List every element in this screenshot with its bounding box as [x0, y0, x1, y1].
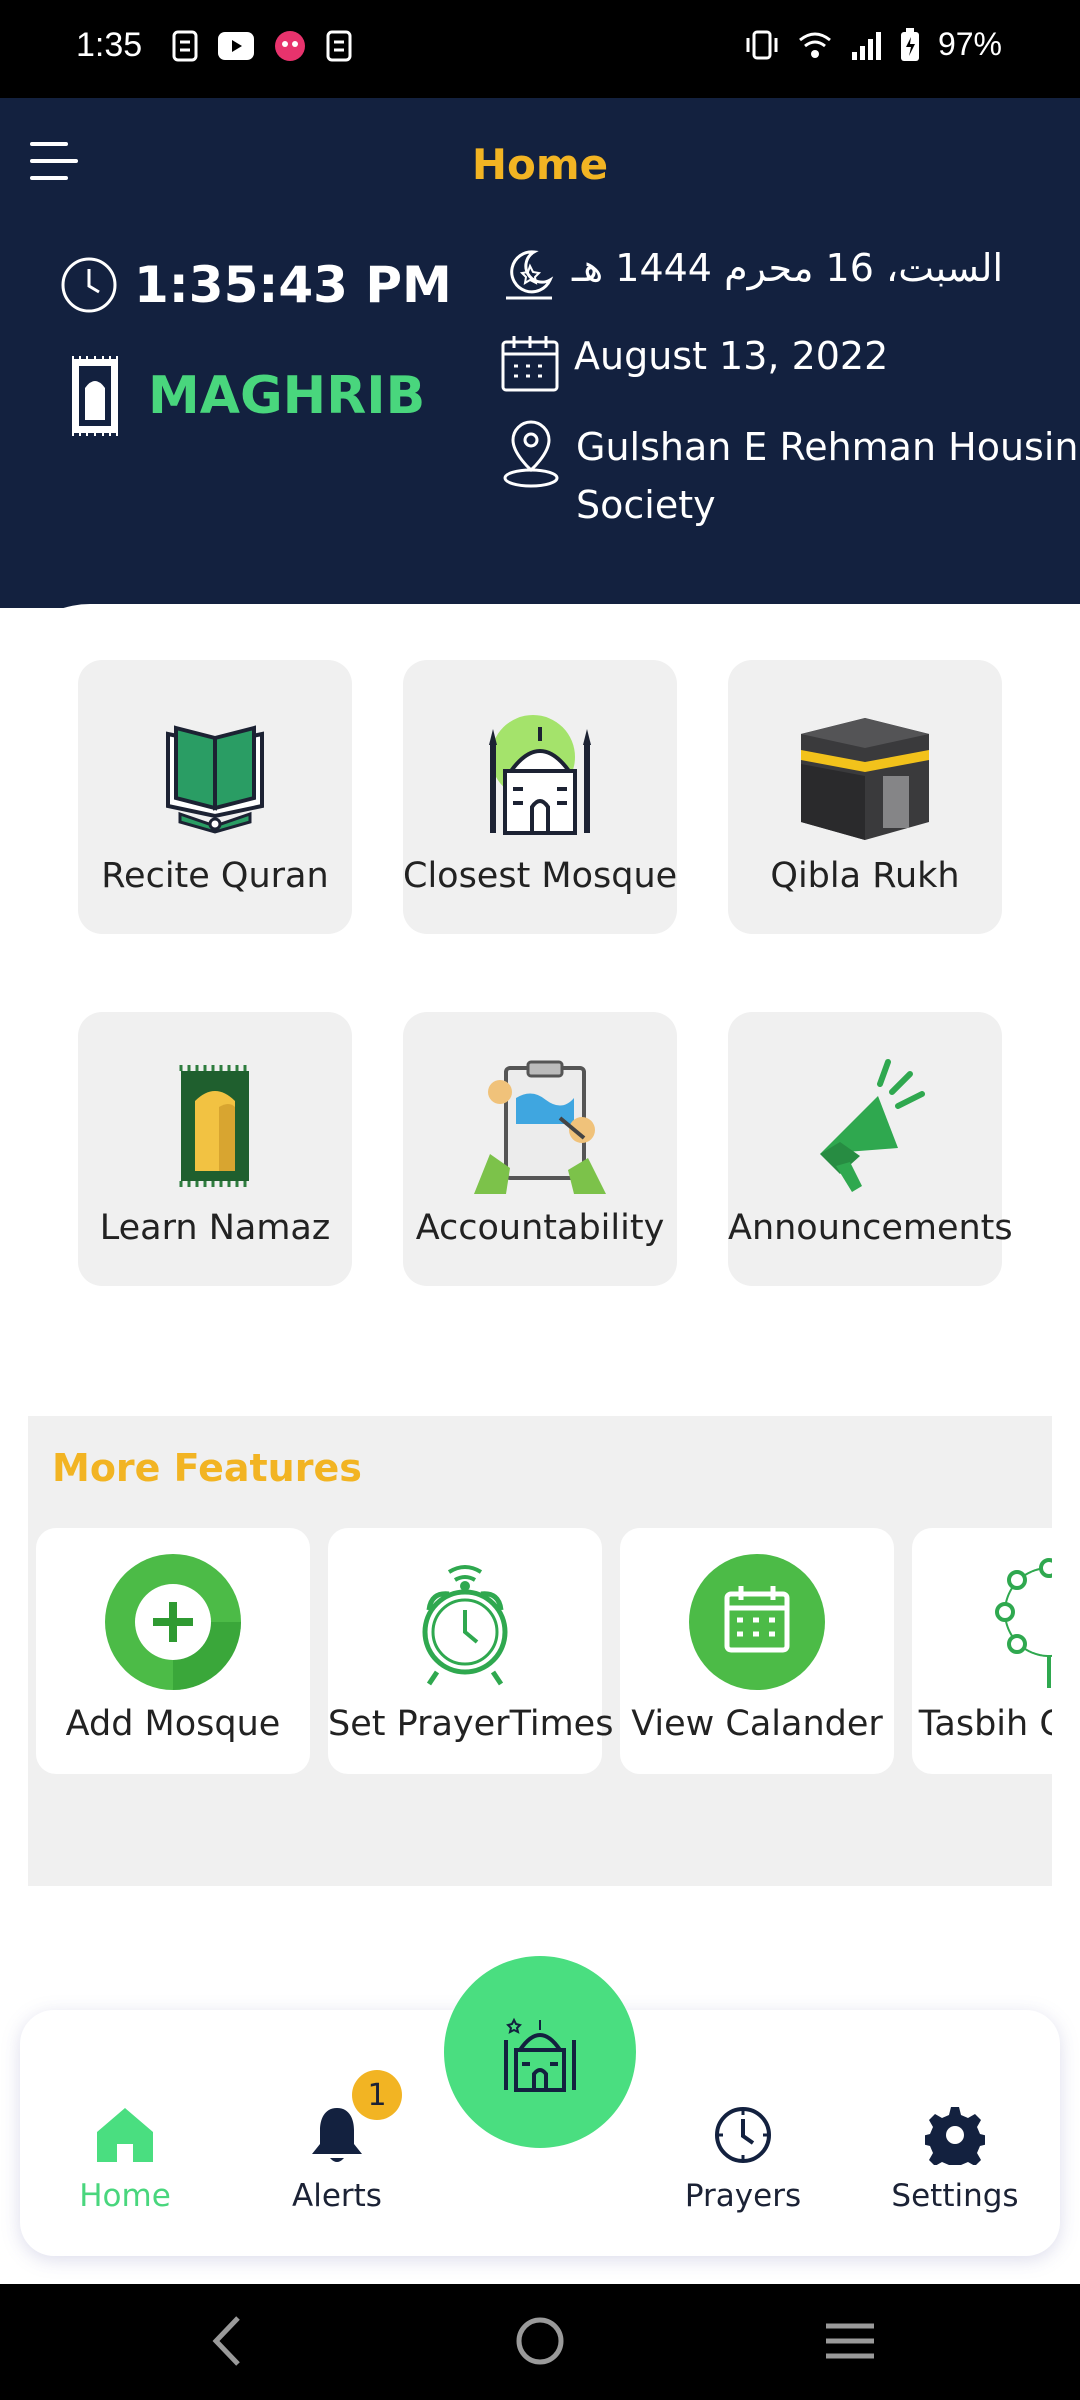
clipboard-icon	[474, 1060, 606, 1194]
alarm-clock-icon	[422, 1565, 508, 1686]
nav-alerts[interactable]: Alerts 1	[252, 2070, 422, 2214]
battery-percent: 97%	[937, 26, 1002, 62]
feature-label: Set PrayerTimes	[328, 1704, 614, 1744]
system-icons: 97%	[744, 26, 1002, 63]
battery-charging-icon	[900, 27, 919, 61]
location-text: Gulshan E Rehman Housing Society	[576, 425, 1080, 527]
announcements-tile[interactable]: Announcements	[728, 1012, 1013, 1286]
tile-label: Qibla Rukh	[770, 856, 960, 896]
nav-label: Alerts	[292, 2178, 382, 2214]
view-calendar-card[interactable]: View Calander	[620, 1528, 894, 1774]
header: Home 1:35:43 PM MAGHRIB السبت، 16 محرم 1…	[0, 98, 1080, 608]
prayer-mat-icon	[72, 356, 118, 436]
calendar-icon	[689, 1554, 825, 1690]
hijri-date-text: السبت، 16 محرم 1444 هـ	[572, 246, 1004, 290]
recents-icon[interactable]	[824, 2314, 876, 2368]
set-prayer-times-card[interactable]: Set PrayerTimes	[328, 1528, 614, 1774]
back-icon[interactable]	[210, 2314, 244, 2368]
feature-label: Add Mosque	[65, 1704, 281, 1744]
system-nav-bar	[0, 2284, 1080, 2400]
tasbih-card[interactable]: Tasbih Counter	[912, 1528, 1052, 1774]
home-icon	[97, 2108, 153, 2162]
hijri-date: السبت، 16 محرم 1444 هـ	[500, 246, 1003, 304]
youtube-icon	[218, 32, 254, 60]
home-circle-icon[interactable]	[514, 2314, 566, 2368]
tasbih-icon	[995, 1558, 1052, 1688]
tile-label: Learn Namaz	[99, 1208, 331, 1248]
current-prayer: MAGHRIB	[70, 354, 425, 438]
section-title: More Features	[52, 1446, 362, 1490]
tile-label: Announcements	[728, 1208, 1013, 1248]
vibrate-icon	[746, 30, 778, 59]
mosque-fab-button[interactable]	[444, 1956, 636, 2148]
tile-label: Accountability	[415, 1208, 665, 1248]
notification-badge: 1	[352, 2070, 402, 2120]
signal-icon	[851, 31, 881, 60]
mosque-icon	[489, 715, 591, 835]
app-icon	[275, 31, 305, 61]
notification-s-icon	[326, 30, 352, 62]
clock-icon	[61, 257, 117, 313]
add-icon	[105, 1554, 241, 1690]
current-time: 1:35:43 PM	[60, 256, 452, 314]
clock-text: 1:35:43 PM	[134, 256, 452, 314]
add-mosque-card[interactable]: Add Mosque	[36, 1528, 310, 1774]
status-time: 1:35	[76, 26, 143, 64]
nav-settings[interactable]: Settings	[870, 2100, 1040, 2214]
recite-quran-tile[interactable]: Recite Quran	[78, 660, 352, 934]
nav-prayers[interactable]: Prayers	[658, 2100, 828, 2214]
nav-home[interactable]: Home	[40, 2100, 210, 2214]
quran-icon	[166, 725, 264, 834]
nav-label: Settings	[891, 2178, 1019, 2214]
clock-icon	[715, 2107, 771, 2163]
wifi-icon	[799, 32, 831, 58]
gregorian-date-text: August 13, 2022	[574, 334, 889, 378]
prayer-mat-icon	[179, 1065, 249, 1187]
prayer-name: MAGHRIB	[148, 366, 426, 426]
nav-label: Prayers	[684, 2178, 802, 2214]
status-bar: 1:35 97%	[0, 0, 1080, 98]
bell-icon	[312, 2108, 362, 2162]
crescent-star-icon	[506, 250, 554, 300]
gear-icon	[925, 2107, 985, 2165]
mosque-icon	[504, 2017, 576, 2092]
location[interactable]: Gulshan E Rehman Housing Society	[500, 418, 1080, 534]
closest-mosque-tile[interactable]: Closest Mosque	[403, 660, 677, 934]
feature-label: Tasbih Counter	[918, 1704, 1052, 1744]
accountability-tile[interactable]: Accountability	[403, 1012, 677, 1286]
notification-icons	[172, 30, 352, 62]
location-pin-icon	[503, 420, 559, 488]
page-title: Home	[471, 140, 609, 189]
megaphone-icon	[820, 1059, 925, 1192]
notification-s-icon	[172, 30, 198, 62]
tile-label: Recite Quran	[101, 856, 329, 896]
feature-label: View Calander	[631, 1704, 883, 1744]
more-features-section: More Features Add Mosque Set PrayerTimes…	[28, 1416, 1052, 1886]
gregorian-date: August 13, 2022	[500, 334, 888, 394]
qibla-rukh-tile[interactable]: Qibla Rukh	[728, 660, 1002, 934]
learn-namaz-tile[interactable]: Learn Namaz	[78, 1012, 352, 1286]
calendar-icon	[501, 336, 559, 392]
nav-label: Home	[79, 2178, 171, 2214]
kaaba-icon	[801, 718, 929, 840]
tile-label: Closest Mosque	[403, 856, 678, 896]
